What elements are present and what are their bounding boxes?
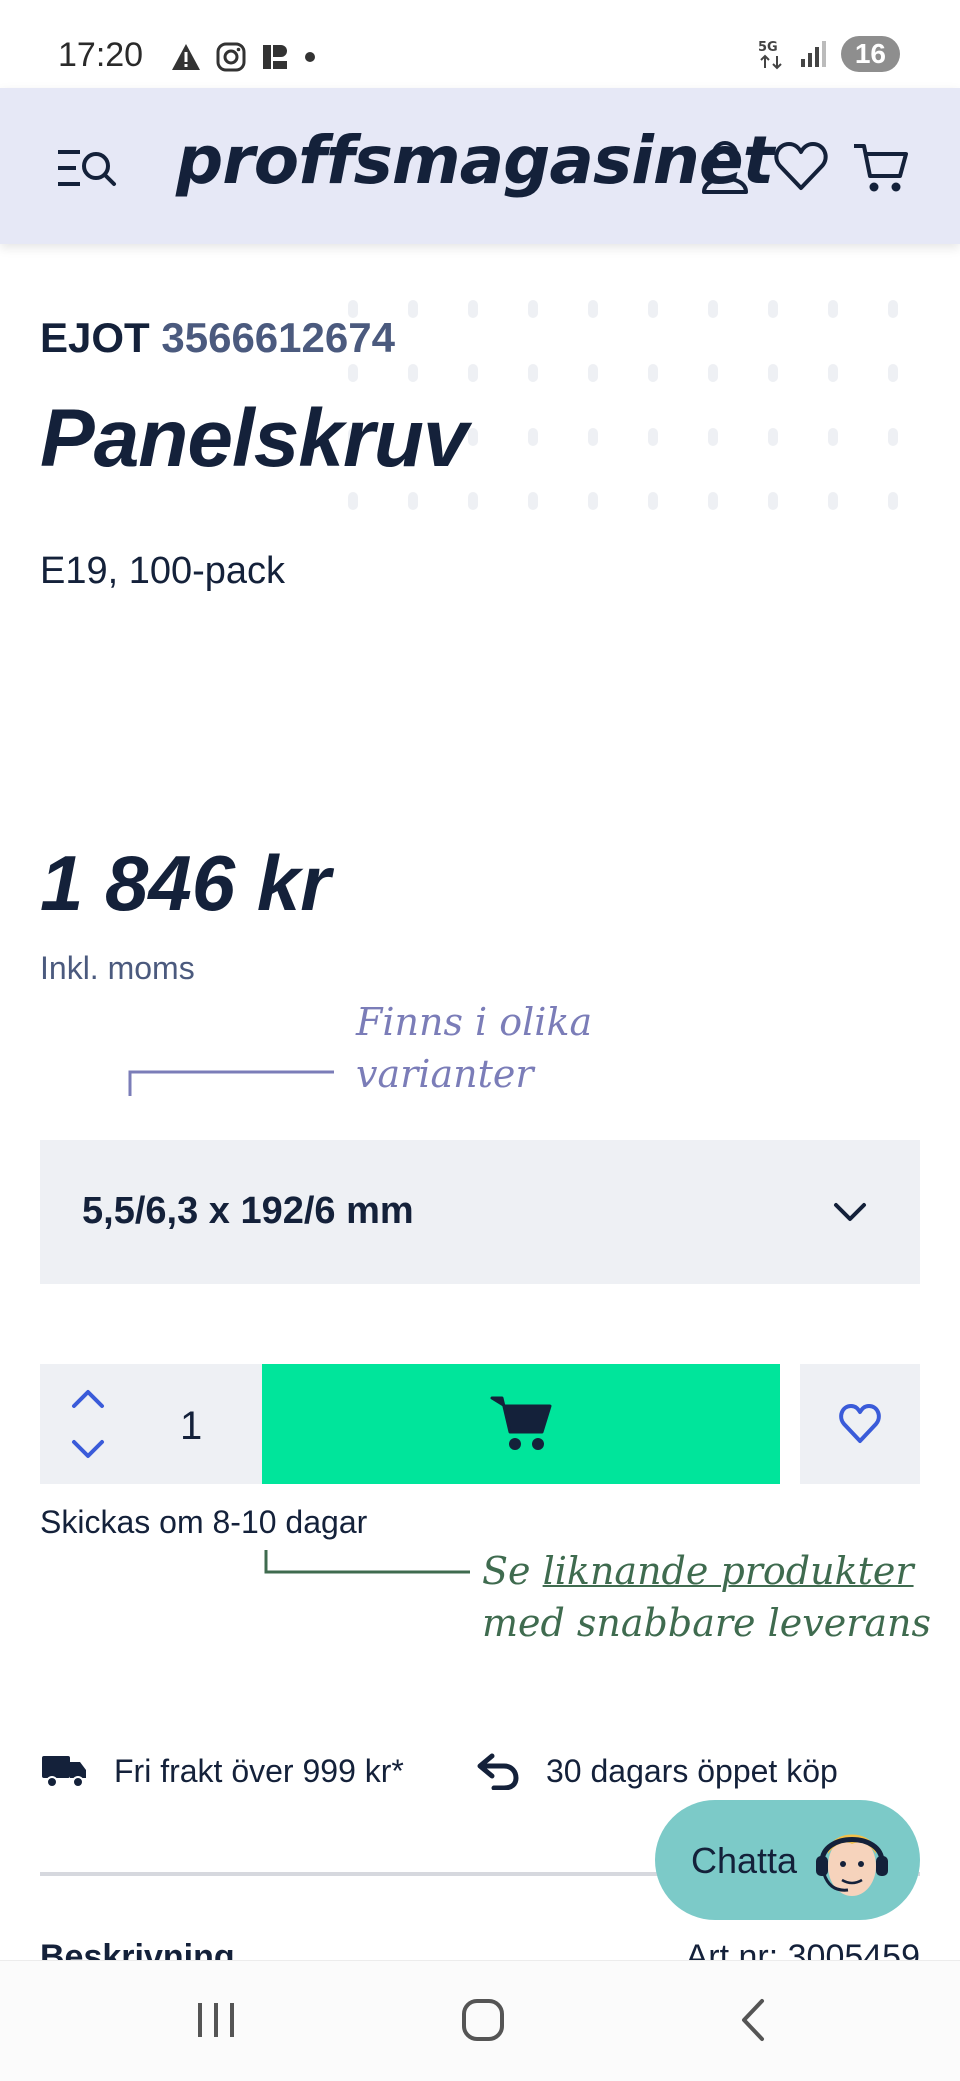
- account-icon[interactable]: [696, 138, 754, 196]
- variant-annotation: Finns i olika varianter: [356, 1000, 593, 1096]
- quantity-value[interactable]: 1: [180, 1404, 202, 1449]
- quantity-stepper: 1: [40, 1364, 262, 1484]
- more-dot-icon: [305, 52, 315, 62]
- back-icon[interactable]: [724, 1995, 784, 2045]
- signal-icon: [800, 41, 826, 67]
- site-header: proffsmagasinet: [0, 88, 960, 244]
- product-sku: 3566612674: [161, 314, 395, 361]
- brand-sku-line: EJOT 3566612674: [40, 314, 395, 362]
- quantity-decrease-icon[interactable]: [70, 1436, 106, 1464]
- similar-products-annotation: Se liknande produkter med snabbare lever…: [482, 1549, 931, 1645]
- status-bar: 17:20 5G 16: [0, 0, 960, 88]
- article-number: Art.nr: 3005459: [685, 1938, 920, 1960]
- variant-selected-value: 5,5/6,3 x 192/6 mm: [82, 1190, 414, 1232]
- wishlist-heart-icon[interactable]: [772, 138, 830, 196]
- heart-icon: [839, 1404, 881, 1443]
- return-arrow-icon: [477, 1753, 519, 1790]
- vat-note: Inkl. moms: [40, 950, 195, 986]
- similar-products-link[interactable]: liknande produkter: [543, 1549, 914, 1593]
- usp-open-purchase: 30 dagars öppet köp: [476, 1752, 838, 1790]
- add-to-cart-button[interactable]: [262, 1364, 780, 1484]
- description-header: Beskrivning Art.nr: 3005459: [40, 1938, 920, 1960]
- recent-apps-icon[interactable]: [186, 1995, 246, 2045]
- chevron-down-icon: [834, 1203, 866, 1221]
- product-title: Panelskruv: [40, 393, 469, 484]
- battery-indicator: 16: [840, 36, 900, 72]
- support-agent-avatar-icon: [816, 1834, 888, 1896]
- menu-search-icon[interactable]: [56, 142, 118, 194]
- variant-select[interactable]: 5,5/6,3 x 192/6 mm: [40, 1140, 920, 1284]
- cart-icon[interactable]: [852, 138, 910, 196]
- site-logo[interactable]: proffsmagasinet: [176, 122, 774, 199]
- svg-text:5G: 5G: [758, 40, 778, 55]
- status-time: 17:20: [58, 36, 144, 74]
- quantity-increase-icon[interactable]: [70, 1384, 106, 1412]
- instagram-icon: [216, 42, 246, 72]
- annotation-arrow: [264, 1550, 470, 1574]
- add-to-wishlist-button[interactable]: [800, 1364, 920, 1484]
- 5g-network-icon: 5G: [758, 40, 782, 70]
- app-notification-icon: [263, 45, 287, 69]
- chat-label: Chatta: [691, 1840, 798, 1881]
- truck-icon: [42, 1756, 86, 1788]
- brand-name[interactable]: EJOT: [40, 314, 150, 361]
- usp-free-freight: Fri frakt över 999 kr*: [40, 1752, 404, 1790]
- product-subtitle: E19, 100-pack: [40, 550, 286, 592]
- home-icon[interactable]: [454, 1995, 514, 2045]
- shipping-time: Skickas om 8-10 dagar: [40, 1504, 368, 1540]
- annotation-arrow: [128, 1070, 334, 1096]
- description-title[interactable]: Beskrivning: [40, 1938, 235, 1960]
- cart-icon: [490, 1396, 552, 1450]
- system-navigation-bar: [0, 1960, 960, 2081]
- warning-icon: [172, 44, 200, 70]
- chat-button[interactable]: Chatta: [655, 1800, 920, 1920]
- product-price: 1 846 kr: [40, 839, 331, 927]
